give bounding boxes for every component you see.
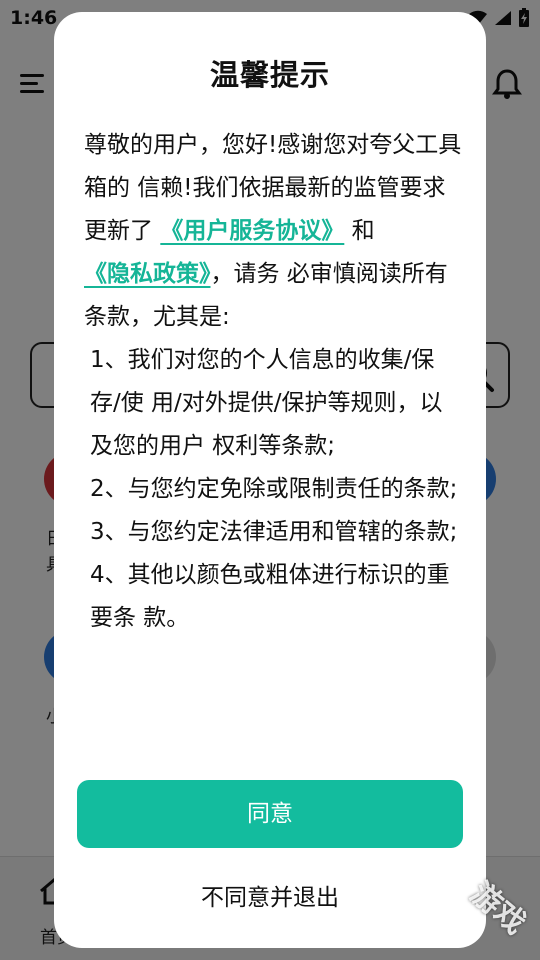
dialog-intro: 尊敬的用户，您好!感谢您对夸父工具箱的 信赖!我们依据最新的监管要求更新了 《用… — [84, 124, 464, 339]
list-item: 1、我们对您的个人信息的收集/保存/使 用/对外提供/保护等规则，以及您的用户 … — [90, 347, 443, 459]
list-item: 3、与您约定法律适用和管辖的条款; — [90, 519, 458, 545]
and-text: 和 — [351, 218, 375, 244]
list-item: 2、与您约定免除或限制责任的条款; — [90, 476, 458, 502]
dialog-title: 温馨提示 — [209, 58, 330, 92]
disagree-exit-button[interactable]: 不同意并退出 — [54, 878, 486, 912]
list-item: 4、其他以颜色或粗体进行标识的重要条 款。 — [90, 562, 450, 631]
privacy-dialog: 温馨提示 尊敬的用户，您好!感谢您对夸父工具箱的 信赖!我们依据最新的监管要求更… — [54, 12, 486, 948]
dialog-body: 尊敬的用户，您好!感谢您对夸父工具箱的 信赖!我们依据最新的监管要求更新了 《用… — [84, 124, 464, 640]
privacy-policy-link[interactable]: 《隐私政策》 — [84, 261, 211, 287]
user-agreement-link[interactable]: 《用户服务协议》 — [160, 218, 344, 244]
agree-button[interactable]: 同意 — [77, 780, 463, 848]
